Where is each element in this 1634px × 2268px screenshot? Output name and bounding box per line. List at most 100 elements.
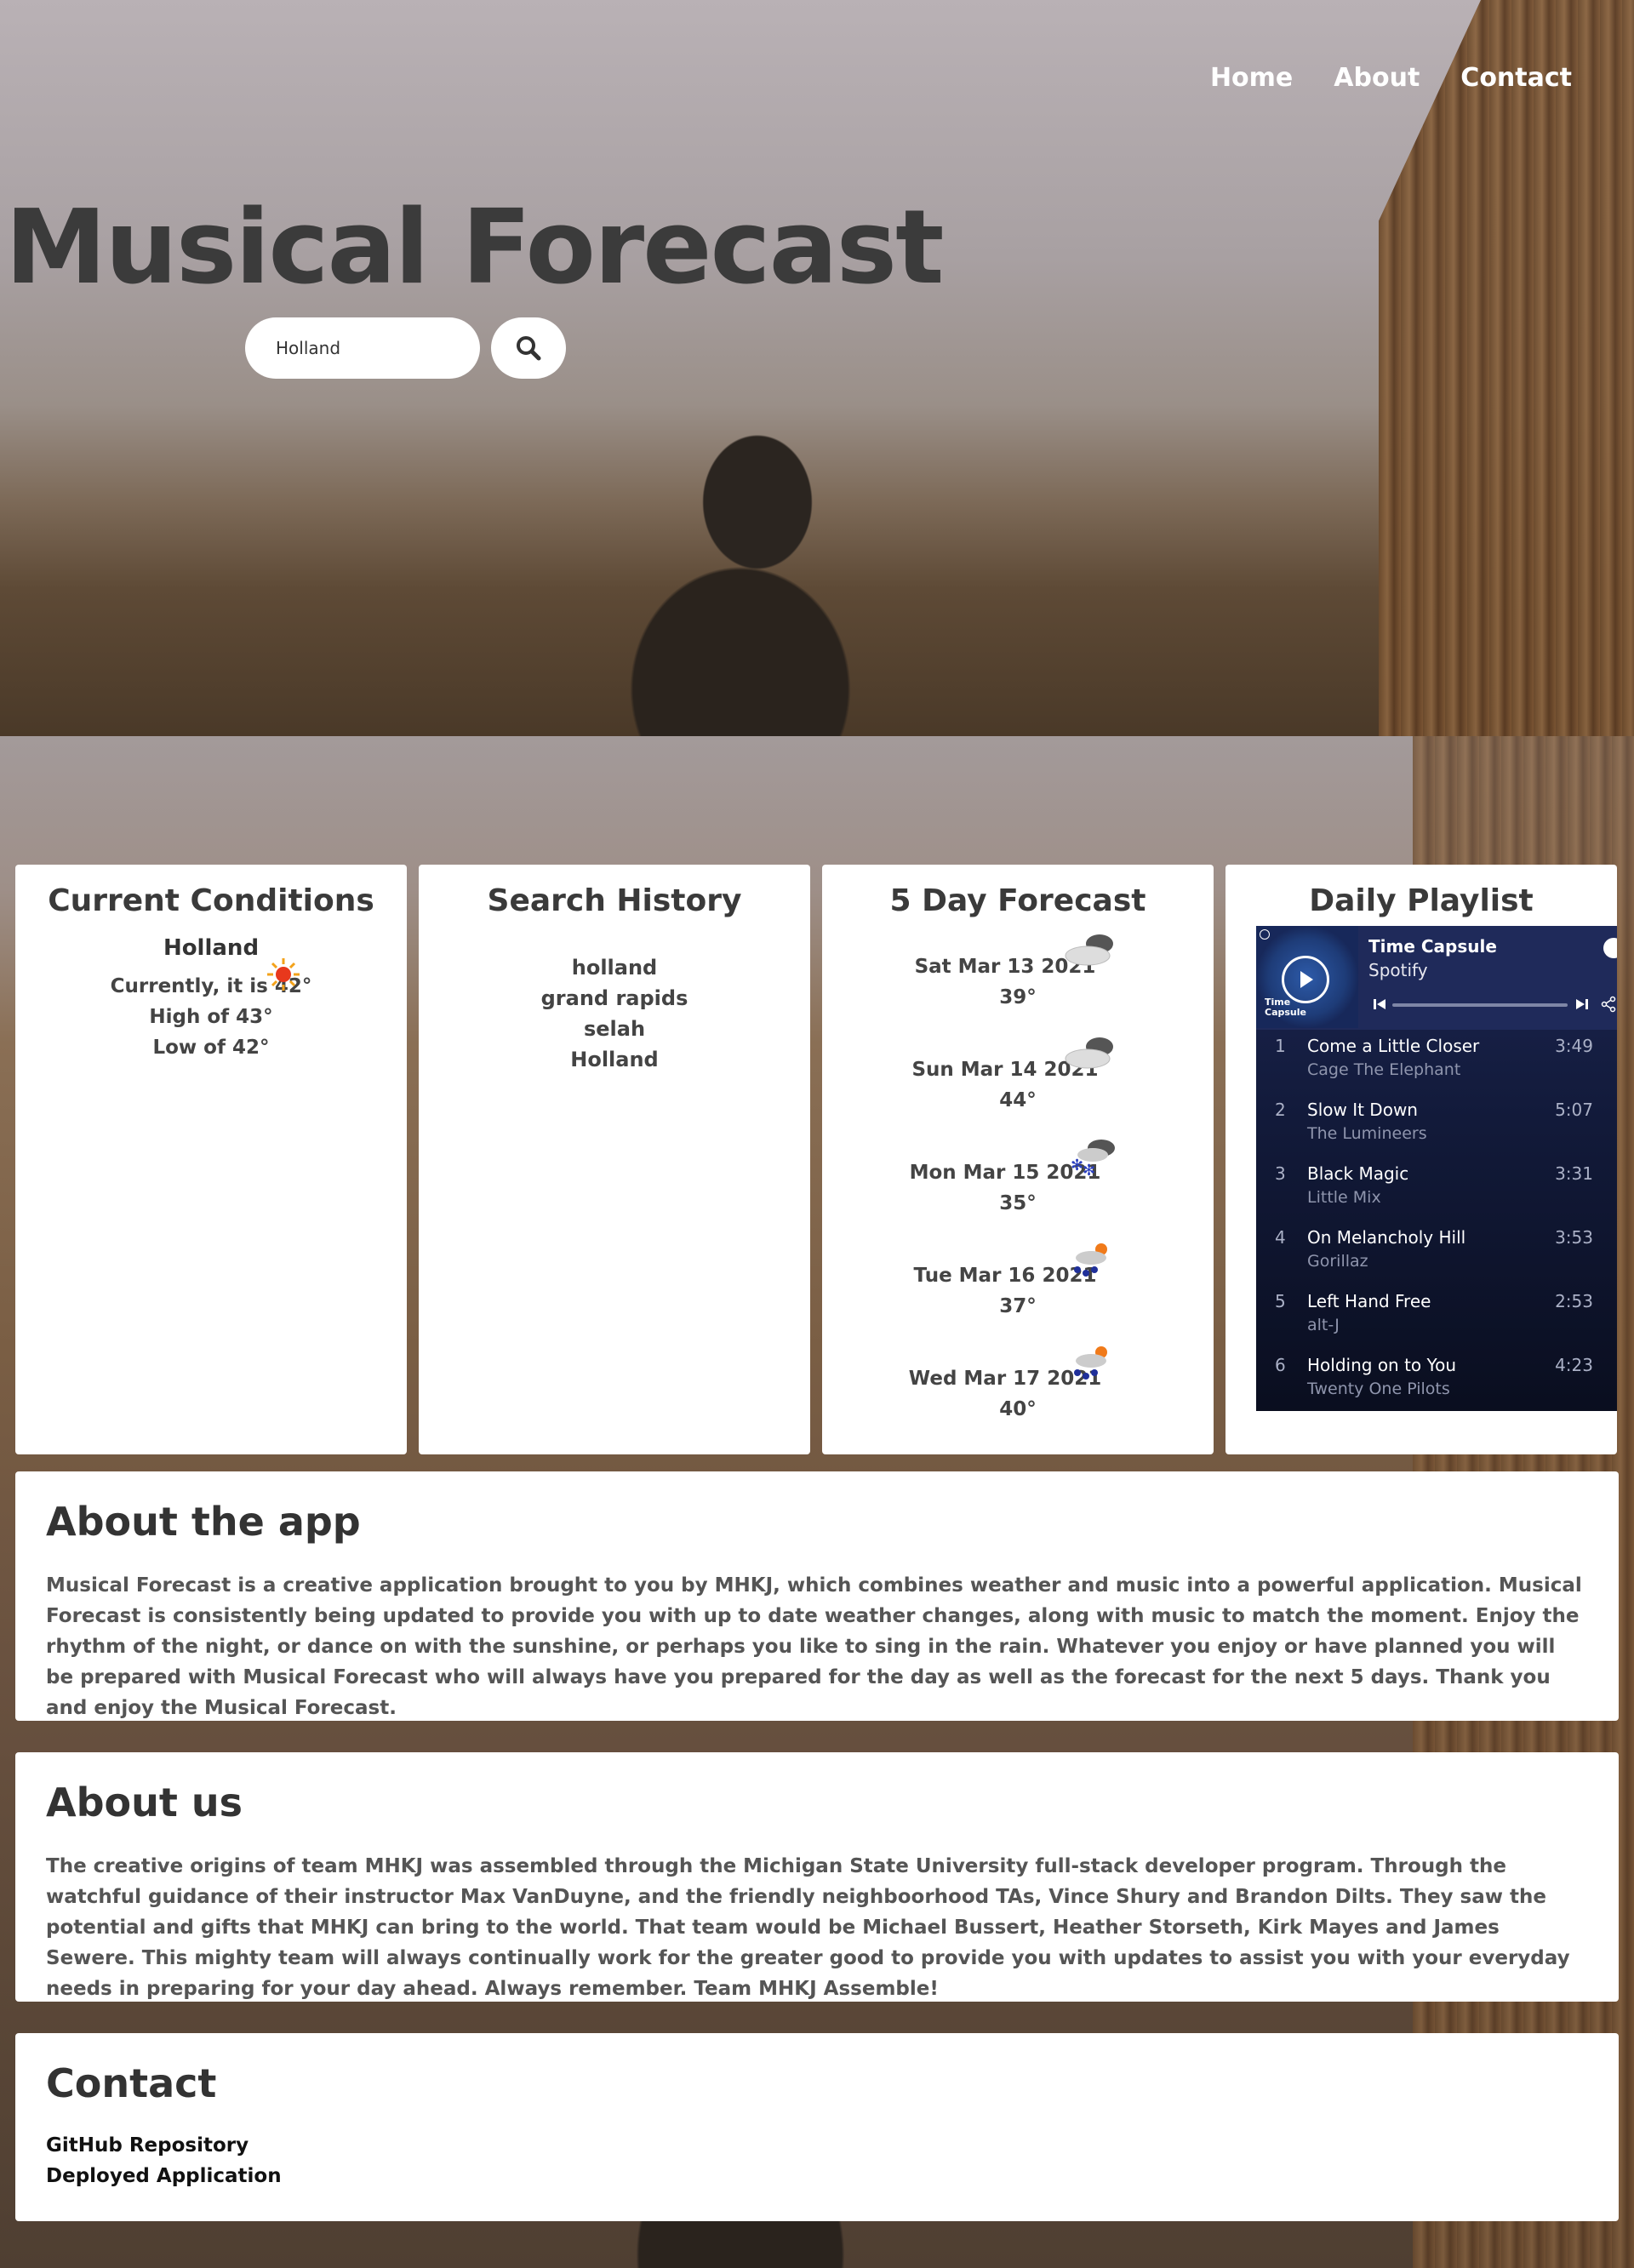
forecast-temp: 35°: [999, 1192, 1037, 1214]
trumpet-player-image: [630, 408, 902, 736]
track-list: 1 Come a Little Closer Cage The Elephant…: [1256, 1030, 1617, 1411]
history-item[interactable]: Holland: [419, 1044, 810, 1075]
share-icon[interactable]: [1600, 996, 1617, 1013]
track-row[interactable]: 4 On Melancholy Hill Gorillaz 3:53: [1256, 1221, 1617, 1285]
forecast-day: Sun Mar 14 2021 44°: [822, 1037, 1214, 1162]
about-us-section: About us The creative origins of team MH…: [15, 1752, 1619, 2002]
forecast-date: Mon Mar 15 2021: [909, 1162, 1101, 1184]
about-app-section: About the app Musical Forecast is a crea…: [15, 1471, 1619, 1721]
track-number: 6: [1275, 1355, 1286, 1375]
track-row[interactable]: 2 Slow It Down The Lumineers 5:07: [1256, 1094, 1617, 1157]
track-number: 2: [1275, 1100, 1286, 1120]
track-name: Holding on to You: [1307, 1355, 1456, 1375]
forecast-day: Sat Mar 13 2021 39°: [822, 934, 1214, 1059]
track-artist: The Lumineers: [1307, 1124, 1427, 1143]
about-us-title: About us: [46, 1780, 243, 1825]
deployed-application-link[interactable]: Deployed Application: [46, 2161, 1588, 2191]
high-temp: High of 43°: [149, 1006, 273, 1028]
cloudy-icon: [1065, 934, 1113, 966]
spotify-header: Time Capsule Time Capsule Spotify: [1256, 926, 1617, 1030]
rain-sun-icon: [1074, 1346, 1107, 1380]
forecast-day: Mon Mar 15 2021 35° ✻ ✻: [822, 1140, 1214, 1265]
search-button[interactable]: [491, 317, 566, 379]
github-repository-link[interactable]: GitHub Repository: [46, 2130, 1588, 2161]
playlist-source[interactable]: Spotify: [1368, 960, 1428, 980]
search-icon: [517, 336, 541, 361]
nav-home-link[interactable]: Home: [1210, 63, 1293, 93]
track-number: 4: [1275, 1227, 1286, 1248]
current-city: Holland: [163, 935, 260, 961]
track-duration: 4:23: [1555, 1355, 1593, 1375]
snow-icon: ✻ ✻: [1071, 1140, 1115, 1179]
nav-about-link[interactable]: About: [1334, 63, 1420, 93]
track-name: Come a Little Closer: [1307, 1036, 1480, 1056]
spotify-mini-logo-icon: [1260, 929, 1270, 940]
history-item[interactable]: grand rapids: [419, 983, 810, 1014]
contact-title: Contact: [46, 2060, 217, 2106]
cloudy-icon: [1065, 1037, 1113, 1069]
forecast-day: Wed Mar 17 2021 40°: [822, 1346, 1214, 1471]
playlist-name[interactable]: Time Capsule: [1368, 936, 1497, 957]
forecast-date: Sun Mar 14 2021: [911, 1059, 1099, 1081]
track-number: 5: [1275, 1291, 1286, 1311]
top-nav: Home About Contact: [1210, 63, 1572, 93]
search-history-title: Search History: [487, 883, 742, 918]
track-row[interactable]: 6 Holding on to You Twenty One Pilots 4:…: [1256, 1349, 1617, 1411]
track-number: 1: [1275, 1036, 1286, 1056]
track-artist: Twenty One Pilots: [1307, 1380, 1450, 1398]
forecast-title: 5 Day Forecast: [889, 883, 1146, 918]
rain-sun-icon: [1074, 1243, 1107, 1277]
track-duration: 3:31: [1555, 1163, 1593, 1184]
track-artist: Cage The Elephant: [1307, 1060, 1461, 1079]
spotify-logo-icon[interactable]: [1603, 938, 1617, 958]
forecast-date: Tue Mar 16 2021: [913, 1265, 1097, 1287]
track-artist: alt-J: [1307, 1316, 1340, 1334]
track-duration: 3:49: [1555, 1036, 1593, 1056]
low-temp: Low of 42°: [152, 1037, 270, 1059]
forecast-temp: 40°: [999, 1398, 1037, 1420]
page-title: Musical Forecast: [5, 189, 944, 307]
playlist-cover: Time Capsule: [1256, 926, 1358, 1028]
about-us-body: The creative origins of team MHKJ was as…: [46, 1855, 1570, 2000]
track-number: 3: [1275, 1163, 1286, 1184]
previous-track-icon[interactable]: [1372, 997, 1387, 1012]
cover-label: Time Capsule: [1265, 997, 1306, 1018]
city-search-input[interactable]: [245, 317, 480, 379]
playlist-title: Daily Playlist: [1309, 883, 1534, 918]
forecast-temp: 39°: [999, 986, 1037, 1008]
forecast-day: Tue Mar 16 2021 37°: [822, 1243, 1214, 1368]
history-item[interactable]: holland: [419, 952, 810, 983]
track-row[interactable]: 1 Come a Little Closer Cage The Elephant…: [1256, 1030, 1617, 1094]
track-artist: Gorillaz: [1307, 1252, 1368, 1271]
track-duration: 5:07: [1555, 1100, 1593, 1120]
track-name: On Melancholy Hill: [1307, 1227, 1466, 1248]
search-history-list: holland grand rapids selah Holland: [419, 952, 810, 1075]
about-app-title: About the app: [46, 1499, 361, 1545]
play-icon: [1300, 971, 1313, 988]
current-conditions-title: Current Conditions: [48, 883, 374, 918]
track-name: Left Hand Free: [1307, 1291, 1431, 1311]
nav-contact-link[interactable]: Contact: [1460, 63, 1572, 93]
next-track-icon[interactable]: [1574, 997, 1590, 1012]
track-artist: Little Mix: [1307, 1188, 1381, 1207]
forecast-temp: 37°: [999, 1295, 1037, 1317]
progress-bar[interactable]: [1392, 1003, 1568, 1007]
svg-text:✻: ✻: [1071, 1157, 1083, 1174]
five-day-forecast-card: 5 Day Forecast Sat Mar 13 2021 39° Sun M…: [822, 865, 1214, 1454]
forecast-date: Sat Mar 13 2021: [914, 956, 1096, 978]
spotify-embed[interactable]: Time Capsule Time Capsule Spotify 1 Come…: [1256, 926, 1617, 1411]
track-row[interactable]: 5 Left Hand Free alt-J 2:53: [1256, 1285, 1617, 1349]
forecast-temp: 44°: [999, 1089, 1037, 1111]
daily-playlist-card: Daily Playlist Time Capsule Time Capsule…: [1226, 865, 1617, 1454]
svg-text:✻: ✻: [1083, 1162, 1095, 1179]
track-duration: 3:53: [1555, 1227, 1593, 1248]
track-duration: 2:53: [1555, 1291, 1593, 1311]
search-history-card: Search History holland grand rapids sela…: [419, 865, 810, 1454]
forecast-date: Wed Mar 17 2021: [908, 1368, 1102, 1390]
track-name: Black Magic: [1307, 1163, 1409, 1184]
current-conditions-card: Current Conditions Holland Currently, it…: [15, 865, 407, 1454]
history-item[interactable]: selah: [419, 1014, 810, 1044]
about-app-body: Musical Forecast is a creative applicati…: [46, 1574, 1582, 1719]
track-row[interactable]: 3 Black Magic Little Mix 3:31: [1256, 1157, 1617, 1221]
sun-icon: [267, 958, 300, 991]
